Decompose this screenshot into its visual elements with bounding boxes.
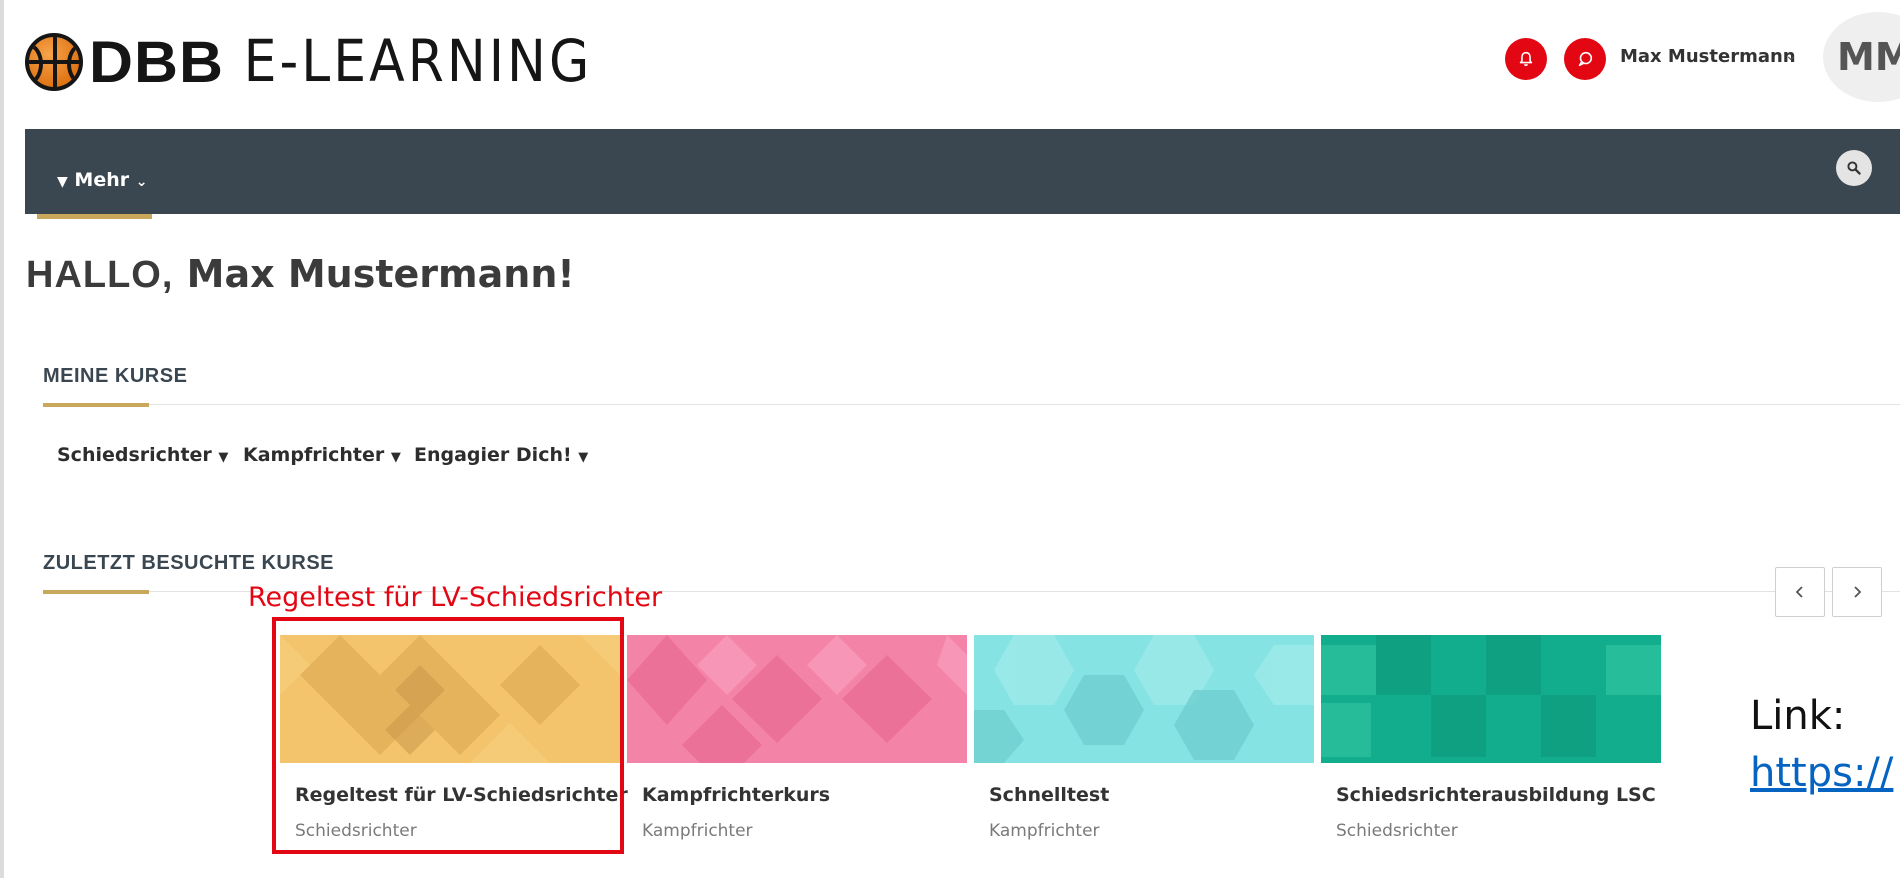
course-image[interactable] [974, 635, 1314, 763]
course-pattern [627, 635, 967, 763]
recent-courses-heading: ZULETZT BESUCHTE KURSE [43, 552, 334, 574]
user-menu-name[interactable]: Max Mustermann [1620, 46, 1796, 67]
link-label: Link: [1750, 693, 1846, 739]
course-title[interactable]: Schiedsrichterausbildung LSC [1336, 784, 1656, 806]
section-accent [43, 403, 149, 407]
highlight-box [272, 617, 624, 854]
course-pattern [974, 635, 1314, 763]
course-title[interactable]: Schnelltest [989, 784, 1109, 806]
nav-more-label: Mehr [74, 169, 130, 191]
filter-label: Schiedsrichter [57, 444, 212, 466]
filter-schiedsrichter[interactable]: Schiedsrichter ▼ [57, 444, 228, 466]
filter-label: Kampfrichter [243, 444, 385, 466]
chevron-down-icon: ⌄ [135, 174, 148, 190]
avatar[interactable]: MM [1823, 12, 1900, 102]
course-category: Kampfrichter [989, 821, 1100, 841]
chevron-right-icon [1854, 586, 1862, 598]
chevron-down-icon[interactable]: ⌄ [1785, 48, 1797, 64]
chevron-left-icon [1795, 586, 1803, 598]
search-icon [1847, 161, 1861, 175]
course-card[interactable]: Kampfrichterkurs Kampfrichter [627, 635, 967, 855]
filter-engagier-dich[interactable]: Engagier Dich! ▼ [414, 444, 588, 466]
my-courses-heading: MEINE KURSE [43, 365, 188, 387]
nav-active-indicator [37, 214, 152, 219]
site-logo[interactable]: DBB E-LEARNING [25, 28, 593, 96]
main-navbar: ▼ Mehr ⌄ [25, 129, 1900, 219]
course-category: Schiedsrichter [1336, 821, 1458, 841]
course-card[interactable]: Schiedsrichterausbildung LSC Schiedsrich… [1321, 635, 1661, 855]
caret-down-icon: ▼ [390, 450, 401, 465]
avatar-initials: MM [1837, 35, 1900, 79]
caret-down-icon: ▼ [218, 450, 229, 465]
course-pattern [1321, 635, 1661, 763]
basketball-icon [25, 33, 83, 91]
greeting-name: Max Mustermann! [186, 252, 575, 296]
bell-icon [1519, 51, 1533, 67]
link-url[interactable]: https:// [1750, 750, 1893, 796]
section-accent [43, 590, 149, 594]
page-title: HALLO, Max Mustermann! [26, 252, 575, 297]
course-title[interactable]: Kampfrichterkurs [642, 784, 830, 806]
logo-text-thin: E-LEARNING [243, 28, 593, 96]
filter-label: Engagier Dich! [414, 444, 572, 466]
course-image[interactable] [627, 635, 967, 763]
caret-down-icon: ▼ [578, 450, 589, 465]
page: DBB E-LEARNING Max Mustermann ⌄ MM ▼ Meh… [0, 0, 1900, 878]
carousel-next-button[interactable] [1832, 567, 1882, 617]
notifications-button[interactable] [1505, 38, 1547, 80]
divider [43, 404, 1900, 405]
filter-kampfrichter[interactable]: Kampfrichter ▼ [243, 444, 401, 466]
annotation-label: Regeltest für LV-Schiedsrichter [248, 582, 663, 613]
course-card[interactable]: Schnelltest Kampfrichter [974, 635, 1314, 855]
greeting-hallo: HALLO, [26, 254, 174, 296]
search-button[interactable] [1836, 150, 1872, 186]
carousel-prev-button[interactable] [1775, 567, 1825, 617]
course-category: Kampfrichter [642, 821, 753, 841]
page-edge [0, 0, 4, 878]
messages-button[interactable] [1564, 38, 1606, 80]
chat-bubble-icon [1578, 51, 1593, 67]
course-image[interactable] [1321, 635, 1661, 763]
caret-down-icon: ▼ [57, 174, 68, 190]
nav-more-menu[interactable]: ▼ Mehr ⌄ [57, 169, 147, 191]
logo-text-bold: DBB [89, 29, 225, 95]
